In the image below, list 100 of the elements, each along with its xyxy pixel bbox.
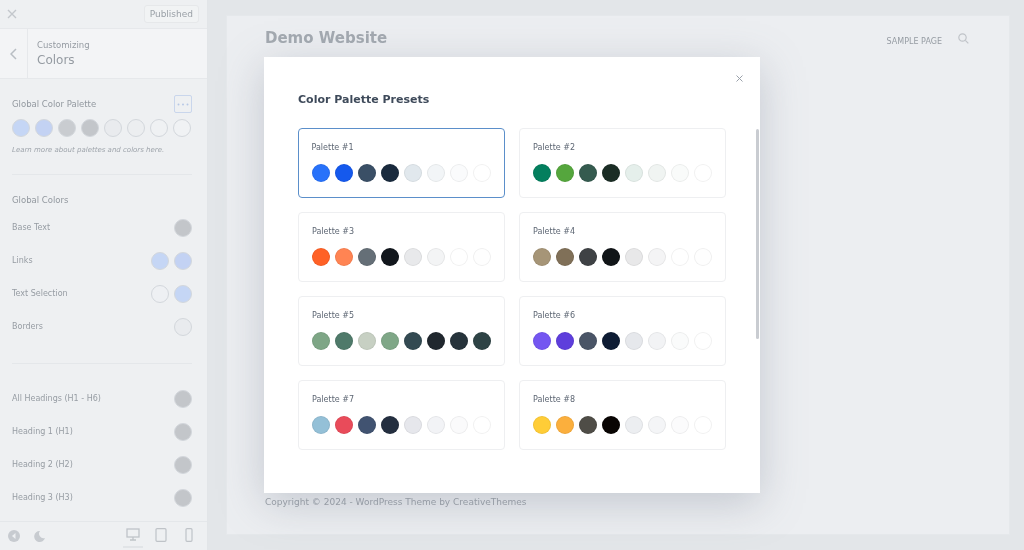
color-swatch[interactable] — [648, 416, 666, 434]
color-swatch[interactable] — [335, 332, 353, 350]
palette-name: Palette #6 — [533, 311, 577, 320]
color-swatch[interactable] — [403, 163, 422, 182]
color-swatch[interactable] — [35, 119, 53, 137]
color-label: Heading 2 (H2) — [12, 460, 73, 469]
palette-card[interactable]: Palette #8 — [519, 380, 726, 450]
color-swatch[interactable] — [556, 332, 574, 350]
color-swatch[interactable] — [556, 164, 574, 182]
color-swatch[interactable] — [602, 248, 620, 266]
color-swatch[interactable] — [174, 218, 192, 237]
palette-card[interactable]: Palette #6 — [519, 296, 726, 366]
color-swatch[interactable] — [602, 332, 620, 350]
moon-icon[interactable] — [34, 530, 45, 542]
color-swatch[interactable] — [150, 119, 168, 137]
color-swatch[interactable] — [381, 416, 399, 434]
color-swatch[interactable] — [334, 163, 353, 182]
color-swatch[interactable] — [174, 389, 192, 408]
site-title: Demo Website — [265, 29, 388, 47]
color-swatch[interactable] — [174, 488, 192, 507]
color-swatch[interactable] — [312, 248, 330, 266]
color-swatch[interactable] — [427, 416, 445, 434]
color-swatch[interactable] — [335, 248, 353, 266]
group-heading: Global Colors — [12, 195, 70, 205]
palette-name: Palette #2 — [533, 143, 577, 152]
palette-card[interactable]: Palette #1 — [298, 128, 505, 198]
color-swatch[interactable] — [404, 332, 422, 350]
tablet-icon — [154, 528, 168, 542]
more-button[interactable] — [174, 95, 192, 113]
color-swatch[interactable] — [625, 164, 643, 182]
color-swatch[interactable] — [12, 119, 30, 137]
color-swatch[interactable] — [404, 416, 422, 434]
color-swatch[interactable] — [174, 422, 192, 441]
color-swatch[interactable] — [104, 119, 122, 137]
color-swatch[interactable] — [579, 248, 597, 266]
color-swatch[interactable] — [312, 416, 330, 434]
back-circle-icon[interactable] — [8, 530, 20, 542]
color-swatch[interactable] — [625, 332, 643, 350]
palette-card[interactable]: Palette #7 — [298, 380, 505, 450]
back-icon — [10, 47, 17, 60]
breadcrumb: Customizing — [37, 40, 90, 50]
color-swatch[interactable] — [648, 332, 666, 350]
color-swatch[interactable] — [533, 416, 551, 434]
color-swatch[interactable] — [426, 163, 445, 182]
palette-card[interactable]: Palette #2 — [519, 128, 726, 198]
palette-card[interactable]: Palette #5 — [298, 296, 505, 366]
color-swatch[interactable] — [450, 332, 468, 350]
palette-card[interactable]: Palette #4 — [519, 212, 726, 282]
scrollbar[interactable] — [756, 129, 759, 339]
color-swatch[interactable] — [556, 248, 574, 266]
color-swatch[interactable] — [151, 251, 169, 270]
color-swatch[interactable] — [381, 332, 399, 350]
color-swatch[interactable] — [173, 119, 191, 137]
color-swatch[interactable] — [151, 284, 169, 303]
color-swatch[interactable] — [174, 251, 192, 270]
color-swatch[interactable] — [427, 248, 445, 266]
color-label: Links — [12, 256, 33, 265]
color-swatch[interactable] — [174, 317, 192, 336]
color-swatch[interactable] — [312, 332, 330, 350]
palette-card[interactable]: Palette #3 — [298, 212, 505, 282]
palette-name: Palette #8 — [533, 395, 577, 404]
color-swatch[interactable] — [533, 248, 551, 266]
color-swatch[interactable] — [556, 416, 574, 434]
color-swatch[interactable] — [358, 248, 376, 266]
color-swatch[interactable] — [602, 416, 620, 434]
color-swatch[interactable] — [579, 416, 597, 434]
color-swatch[interactable] — [404, 248, 422, 266]
color-label: Heading 3 (H3) — [12, 493, 73, 502]
modal-title: Color Palette Presets — [298, 93, 431, 106]
color-swatch[interactable] — [358, 332, 376, 350]
color-swatch[interactable] — [58, 119, 76, 137]
color-swatch[interactable] — [127, 119, 145, 137]
color-swatch[interactable] — [579, 164, 597, 182]
color-swatch[interactable] — [174, 284, 192, 303]
color-label: Heading 1 (H1) — [12, 427, 73, 436]
desktop-icon — [126, 528, 140, 542]
color-swatch[interactable] — [533, 164, 551, 182]
color-swatch[interactable] — [174, 455, 192, 474]
color-swatch[interactable] — [427, 332, 445, 350]
color-label: Borders — [12, 322, 43, 331]
color-swatch[interactable] — [380, 163, 399, 182]
color-swatch[interactable] — [533, 332, 551, 350]
palette-name: Palette #1 — [311, 142, 355, 152]
color-swatch[interactable] — [602, 164, 620, 182]
color-swatch[interactable] — [335, 416, 353, 434]
color-swatch[interactable] — [579, 332, 597, 350]
color-swatch[interactable] — [81, 119, 99, 137]
color-swatch[interactable] — [625, 248, 643, 266]
color-swatch[interactable] — [358, 416, 376, 434]
color-swatch[interactable] — [625, 416, 643, 434]
color-swatch[interactable] — [473, 332, 491, 350]
color-swatch[interactable] — [648, 248, 666, 266]
color-swatch[interactable] — [381, 248, 399, 266]
close-icon[interactable] — [7, 9, 17, 19]
close-icon[interactable] — [736, 75, 743, 82]
color-swatch[interactable] — [311, 163, 330, 182]
color-swatch[interactable] — [648, 164, 666, 182]
color-swatch[interactable] — [357, 163, 376, 182]
footer-text: Copyright © 2024 - WordPress Theme by CreativeThemes — [265, 497, 528, 507]
search-icon[interactable] — [958, 32, 969, 44]
